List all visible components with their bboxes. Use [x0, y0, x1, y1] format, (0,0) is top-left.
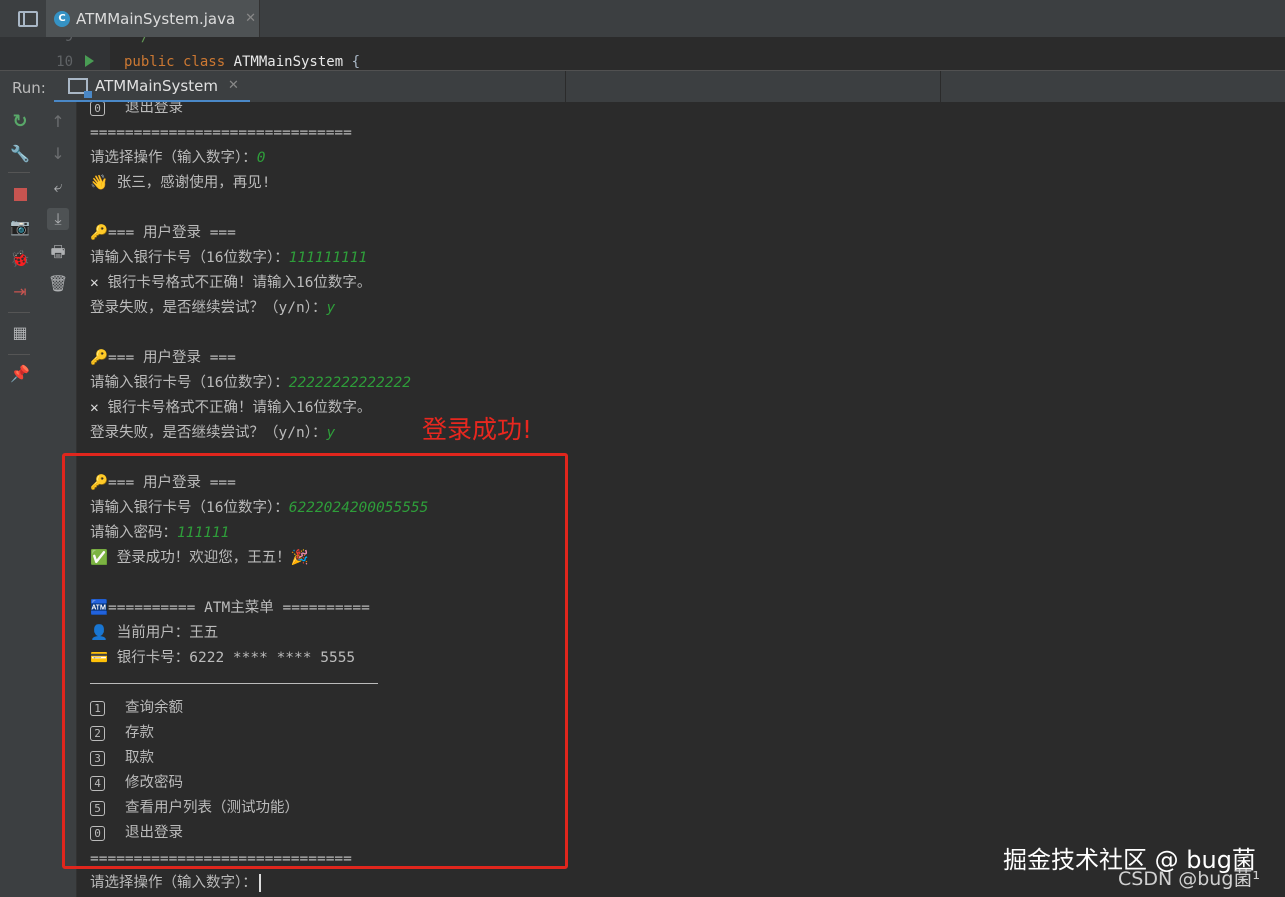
- run-label: Run:: [12, 79, 46, 97]
- run-tab-atmmainsystem[interactable]: ATMMainSystem ✕: [54, 71, 250, 103]
- console-line: ✕ 银行卡号格式不正确！请输入16位数字。: [90, 272, 371, 294]
- console-line: 请输入银行卡号（16位数字）：22222222222222: [90, 372, 411, 394]
- code-line-10: 10 public class ATMMainSystem {: [0, 54, 1285, 70]
- console-line: 登录失败，是否继续尝试？（y/n）：y: [90, 422, 335, 444]
- editor-tab-atmmainsystem-java[interactable]: C ATMMainSystem.java ✕: [46, 0, 260, 37]
- soft-wrap-icon[interactable]: ⤶: [47, 176, 69, 198]
- prompt-text: 登录失败，是否继续尝试？（y/n）：: [90, 300, 327, 316]
- cross-mark-icon: ✕: [90, 275, 99, 291]
- console-line: ==============================: [90, 125, 352, 141]
- java-class-icon: C: [54, 10, 70, 27]
- user-input: y: [326, 300, 336, 316]
- trash-icon[interactable]: 🗑: [47, 273, 69, 295]
- arrow-down-icon[interactable]: ↓: [47, 143, 69, 165]
- watermark-csdn: CSDN @bug菌¹: [1118, 868, 1260, 890]
- text-cursor: [258, 874, 261, 892]
- close-icon[interactable]: ✕: [245, 11, 256, 26]
- cross-mark-icon: ✕: [90, 400, 99, 416]
- highlight-box: [62, 453, 568, 869]
- prompt-text: 请选择操作（输入数字）：: [90, 150, 257, 166]
- pin-icon[interactable]: 📌: [9, 363, 31, 385]
- run-toolbar-primary: ↻ 🔧 📷 🐞 ⇥ ▦ 📌: [0, 102, 39, 897]
- console-icon: [68, 77, 92, 98]
- keycap-0-icon: 0: [90, 102, 105, 116]
- line-number: 10: [56, 54, 73, 70]
- toolbar-separator: [8, 312, 30, 313]
- prompt-text: 请选择操作（输入数字）：: [90, 875, 257, 891]
- run-tab-title: ATMMainSystem: [95, 76, 218, 95]
- annotation-label: 登录成功!: [422, 415, 533, 444]
- project-view-icon[interactable]: [14, 7, 42, 31]
- prompt-text: 登录失败，是否继续尝试？（y/n）：: [90, 425, 327, 441]
- class-name: ATMMainSystem: [233, 54, 344, 70]
- toolbar-separator: [8, 172, 30, 173]
- close-icon[interactable]: ✕: [228, 78, 239, 93]
- exit-icon[interactable]: ⇥: [9, 281, 31, 303]
- prompt-text: 请输入银行卡号（16位数字）：: [90, 250, 289, 266]
- console-line: 👋 张三，感谢使用，再见!: [90, 175, 271, 191]
- code-text: public class ATMMainSystem {: [124, 54, 360, 70]
- scroll-to-end-icon[interactable]: ⤓: [47, 208, 69, 230]
- prompt-text: 请输入银行卡号（16位数字）：: [90, 375, 289, 391]
- code-rest: {: [343, 54, 361, 70]
- debug-icon[interactable]: 🐞: [9, 248, 31, 270]
- editor-tab-bar: C ATMMainSystem.java ✕: [0, 0, 1285, 38]
- code-line-9: 9 − */: [0, 37, 1285, 49]
- editor-tab-title: ATMMainSystem.java: [76, 9, 236, 28]
- user-input: y: [326, 425, 336, 441]
- run-panel-header: Run: ATMMainSystem ✕: [0, 70, 1285, 104]
- camera-icon[interactable]: 📷: [9, 216, 31, 238]
- run-gutter-icon[interactable]: [85, 55, 94, 67]
- console-line: 登录失败，是否继续尝试？（y/n）：y: [90, 297, 335, 319]
- wrench-icon[interactable]: 🔧: [9, 143, 31, 165]
- keyword: public class: [124, 54, 234, 70]
- arrow-up-icon[interactable]: ↑: [47, 111, 69, 133]
- console-line: 0 退出登录: [90, 102, 183, 119]
- stop-icon[interactable]: [9, 183, 31, 205]
- line-number: 9: [64, 37, 73, 45]
- user-input: 22222222222222: [288, 375, 411, 391]
- code-text: */: [124, 37, 150, 45]
- console-text: 银行卡号格式不正确！请输入16位数字。: [98, 275, 372, 291]
- layout-icon[interactable]: ▦: [9, 322, 31, 344]
- rerun-icon[interactable]: ↻: [9, 111, 31, 133]
- console-line: ✕ 银行卡号格式不正确！请输入16位数字。: [90, 397, 371, 419]
- console-line: 🔑=== 用户登录 ===: [90, 350, 236, 366]
- console-line: 请选择操作（输入数字）：: [90, 872, 261, 894]
- print-icon[interactable]: 🖶: [47, 241, 69, 263]
- panel-divider: [940, 71, 941, 103]
- panel-divider: [565, 71, 566, 103]
- console-line: 请选择操作（输入数字）：0: [90, 147, 265, 169]
- console-text: 银行卡号格式不正确！请输入16位数字。: [98, 400, 372, 416]
- user-input: 0: [256, 150, 266, 166]
- console-line: 🔑=== 用户登录 ===: [90, 225, 236, 241]
- console-text: 退出登录: [125, 102, 183, 116]
- code-editor[interactable]: 9 − */ 10 public class ATMMainSystem {: [0, 37, 1285, 70]
- console-line: 请输入银行卡号（16位数字）：111111111: [90, 247, 367, 269]
- toolbar-separator: [8, 354, 30, 355]
- user-input: 111111111: [288, 250, 368, 266]
